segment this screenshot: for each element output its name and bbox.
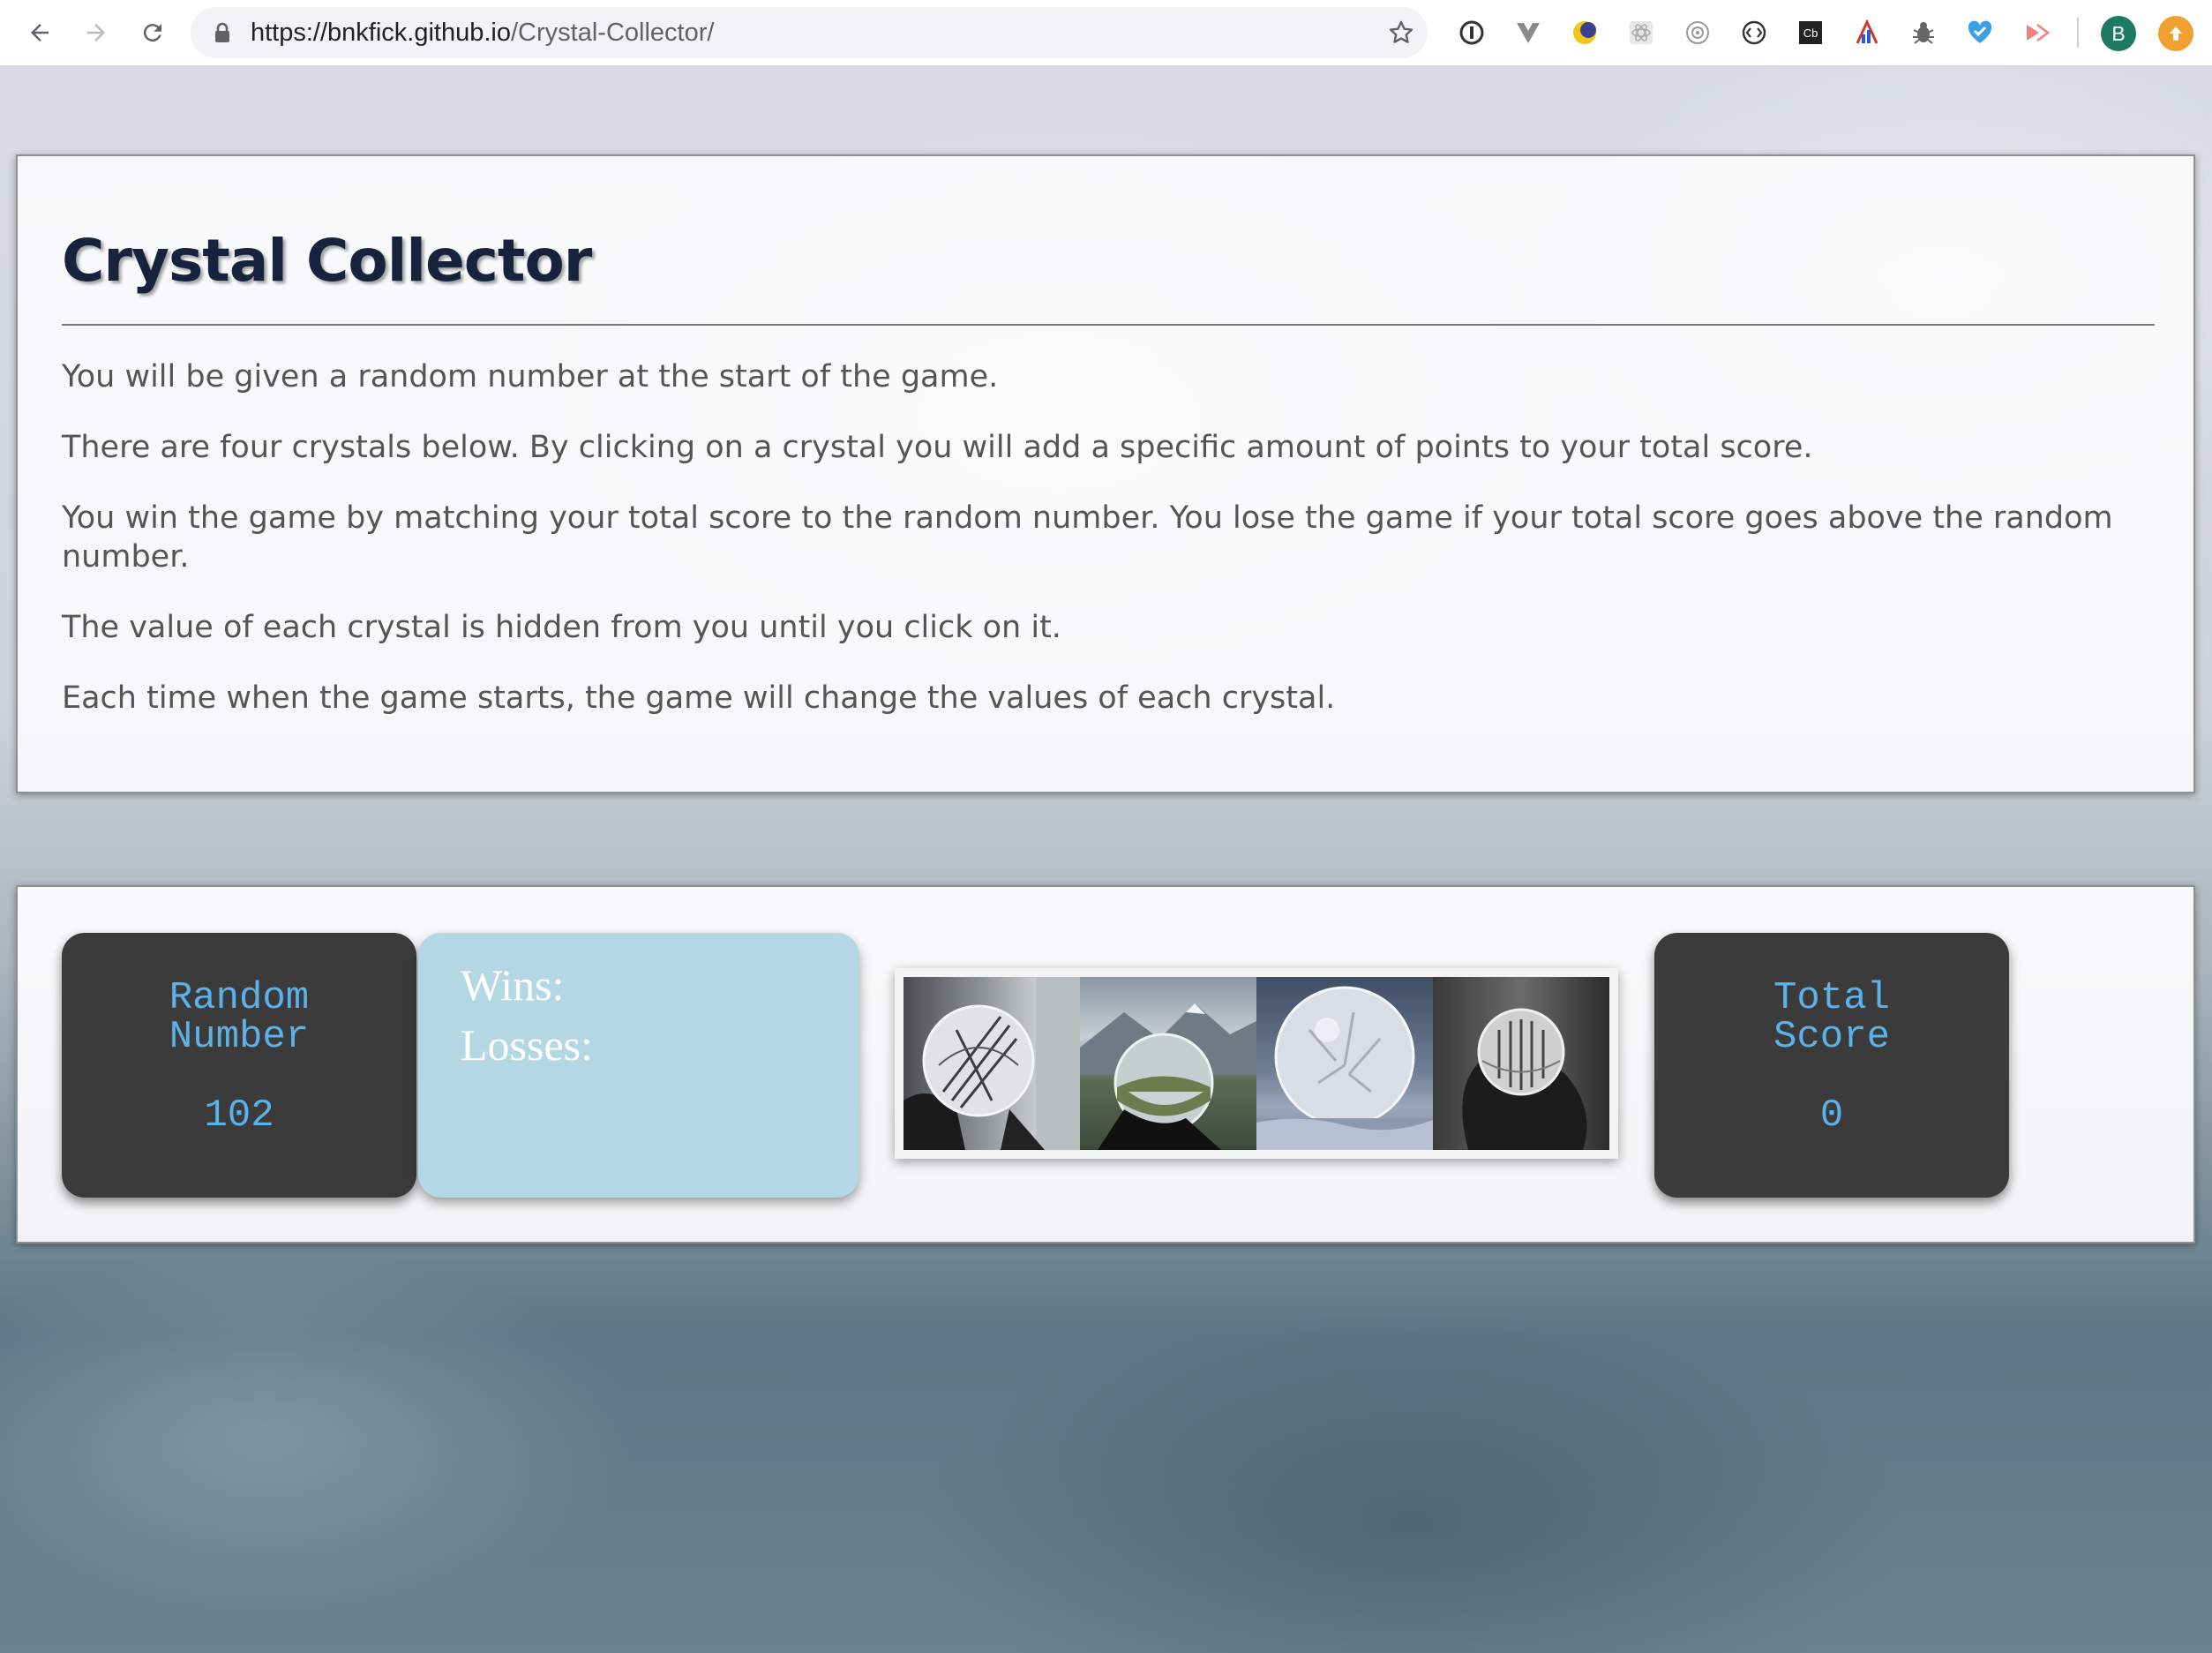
browser-toolbar: https://bnkfick.github.io/Crystal-Collec…	[0, 0, 2212, 67]
random-number-value: 102	[204, 1093, 274, 1138]
back-arrow-icon[interactable]	[19, 12, 60, 53]
title-divider	[62, 324, 2155, 326]
instruction-paragraph: You win the game by matching your total …	[62, 500, 2113, 575]
random-number-label: Random Number	[169, 976, 310, 1059]
total-score-label: Total Score	[1773, 976, 1891, 1059]
crystal-strip	[895, 968, 1618, 1159]
heart-shield-extension-icon[interactable]	[1964, 17, 1996, 49]
frozen-bubble-image	[1256, 986, 1433, 1150]
crystal-ball-forest-image	[1462, 1008, 1587, 1150]
instruction-paragraph: The value of each crystal is hidden from…	[62, 610, 1061, 645]
update-icon[interactable]	[2158, 16, 2193, 51]
target-extension-icon[interactable]	[1682, 17, 1713, 49]
dark-mode-extension-icon[interactable]	[1569, 17, 1601, 49]
instructions-panel: Crystal Collector You will be given a ra…	[16, 154, 2195, 793]
instruction-paragraph: There are four crystals below. By clicki…	[62, 430, 1813, 465]
instruction-paragraph: You will be given a random number at the…	[62, 359, 999, 394]
share-extension-icon[interactable]	[2021, 17, 2052, 49]
password-manager-extension-icon[interactable]	[1456, 17, 1488, 49]
instruction-paragraph: Each time when the game starts, the game…	[62, 680, 1336, 716]
crystal-button-2[interactable]	[1080, 977, 1256, 1150]
random-number-card: Random Number 102	[62, 933, 416, 1198]
crystal-button-3[interactable]	[1256, 977, 1433, 1150]
game-panel: Random Number 102 Wins: Losses: Total Sc…	[16, 885, 2195, 1244]
reload-icon[interactable]	[132, 12, 173, 53]
svg-text:Cb: Cb	[1803, 26, 1818, 40]
wins-losses-card: Wins: Losses:	[418, 933, 859, 1198]
crystal-ball-bridge-image	[904, 977, 1080, 1150]
page-title: Crystal Collector	[62, 227, 592, 295]
crystal-ball-mountains-image	[1080, 1003, 1256, 1150]
code-brackets-extension-icon[interactable]	[1738, 17, 1770, 49]
lock-icon	[214, 22, 231, 48]
wins-label: Wins:	[461, 960, 565, 1010]
react-devtools-extension-icon[interactable]	[1625, 17, 1657, 49]
bookmark-star-icon[interactable]	[1387, 19, 1415, 51]
crystal-button-4[interactable]	[1433, 977, 1609, 1150]
forward-arrow-icon[interactable]	[76, 12, 116, 53]
bug-extension-icon[interactable]	[1908, 17, 1939, 49]
address-bar[interactable]: https://bnkfick.github.io/Crystal-Collec…	[191, 7, 1428, 58]
total-score-card: Total Score 0	[1654, 933, 2009, 1198]
losses-label: Losses:	[461, 1020, 593, 1070]
toolbar-divider	[2077, 18, 2079, 48]
profile-avatar[interactable]: B	[2101, 16, 2136, 51]
url-text: https://bnkfick.github.io/Crystal-Collec…	[251, 19, 715, 47]
vue-devtools-extension-icon[interactable]	[1512, 17, 1544, 49]
crystal-button-1[interactable]	[904, 977, 1080, 1150]
total-score-value: 0	[1819, 1093, 1844, 1138]
chart-extension-icon[interactable]	[1851, 17, 1883, 49]
cb-extension-icon[interactable]: Cb	[1795, 17, 1826, 49]
